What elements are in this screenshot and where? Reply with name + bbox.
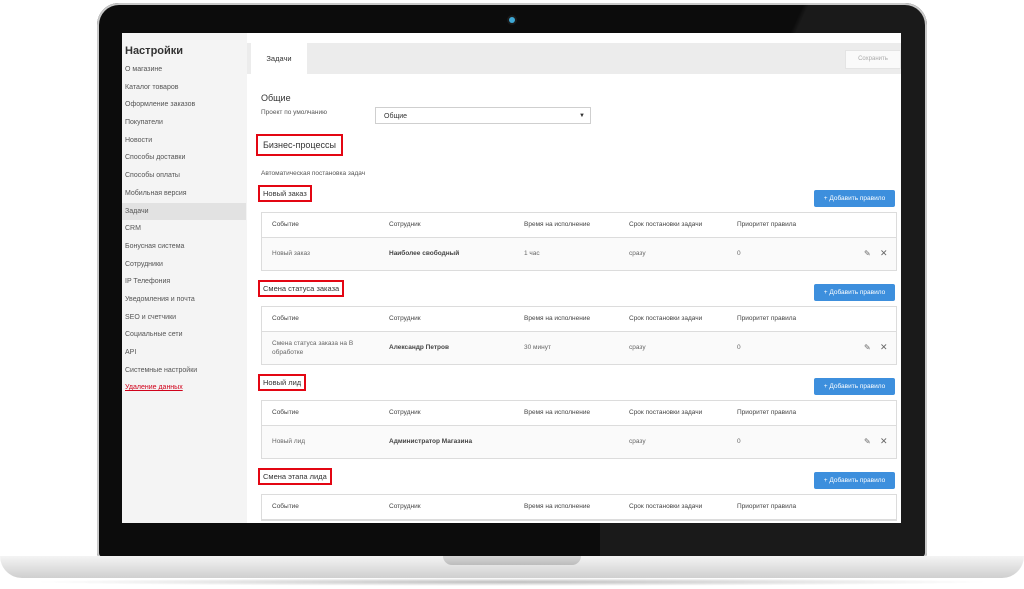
sidebar-item-about-store[interactable]: О магазине	[122, 61, 246, 79]
add-rule-button[interactable]: + Добавить правило	[814, 472, 895, 489]
group-title-lead-stage-change: Смена этапа лида	[258, 468, 332, 485]
column-deadline: Срок постановки задачи	[629, 221, 703, 228]
tab-tasks[interactable]: Задачи	[251, 43, 307, 74]
caret-down-icon: ▼	[579, 113, 585, 119]
sidebar-item-payment[interactable]: Способы оплаты	[122, 167, 246, 185]
column-employee: Сотрудник	[389, 315, 421, 322]
row-priority: 0	[737, 344, 741, 351]
row-priority: 0	[737, 250, 741, 257]
row-time: 1 час	[524, 250, 540, 257]
close-icon[interactable]: ✕	[880, 342, 888, 353]
camera-icon	[509, 17, 515, 23]
column-event: Событие	[272, 503, 299, 510]
column-event: Событие	[272, 409, 299, 416]
sidebar-item-customers[interactable]: Покупатели	[122, 114, 246, 132]
sidebar-list: О магазине Каталог товаров Оформление за…	[122, 61, 246, 397]
row-employee: Александр Петров	[389, 344, 449, 351]
sidebar-item-mobile[interactable]: Мобильная версия	[122, 185, 246, 203]
sidebar-item-news[interactable]: Новости	[122, 132, 246, 150]
add-rule-button[interactable]: + Добавить правило	[814, 378, 895, 395]
group-title-new-lead: Новый лид	[258, 374, 307, 391]
row-event: Новый лид	[272, 438, 306, 445]
main-content: Задачи Сохранить Общие Проект по умолчан…	[247, 33, 901, 523]
row-deadline: сразу	[629, 438, 646, 445]
pencil-icon[interactable]: ✎	[864, 249, 871, 258]
sidebar-item-notifications[interactable]: Уведомления и почта	[122, 291, 246, 309]
sidebar-item-seo[interactable]: SEO и счетчики	[122, 309, 246, 327]
pencil-icon[interactable]: ✎	[864, 343, 871, 352]
save-button[interactable]: Сохранить	[845, 50, 901, 69]
column-deadline: Срок постановки задачи	[629, 409, 703, 416]
row-priority: 0	[737, 438, 741, 445]
default-project-label: Проект по умолчанию	[261, 109, 328, 116]
table-row: Новый заказ Наиболее свободный 1 час сра…	[262, 238, 896, 270]
column-time: Время на исполнение	[524, 409, 591, 416]
laptop-notch	[443, 556, 581, 565]
column-time: Время на исполнение	[524, 315, 591, 322]
add-rule-button[interactable]: + Добавить правило	[814, 190, 895, 207]
column-employee: Сотрудник	[389, 221, 421, 228]
column-employee: Сотрудник	[389, 503, 421, 510]
group-title-order-status-change: Смена статуса заказа	[258, 280, 345, 297]
business-processes-title: Бизнес-процессы	[256, 134, 343, 156]
column-event: Событие	[272, 315, 299, 322]
row-employee: Администратор Магазина	[389, 438, 473, 445]
table-header: Событие Сотрудник Время на исполнение Ср…	[262, 307, 896, 332]
sidebar-item-employees[interactable]: Сотрудники	[122, 256, 246, 274]
sidebar-item-catalog[interactable]: Каталог товаров	[122, 79, 246, 97]
sidebar-item-ip-telephony[interactable]: IP Телефония	[122, 273, 246, 291]
sidebar-title: Настройки	[125, 45, 184, 57]
add-rule-button[interactable]: + Добавить правило	[814, 284, 895, 301]
column-deadline: Срок постановки задачи	[629, 503, 703, 510]
general-title: Общие	[261, 93, 291, 103]
table-header: Событие Сотрудник Время на исполнение Ср…	[262, 401, 896, 426]
close-icon[interactable]: ✕	[880, 436, 888, 447]
sidebar-item-crm[interactable]: CRM	[122, 220, 246, 238]
sidebar-item-system[interactable]: Системные настройки	[122, 362, 246, 380]
sidebar-item-social[interactable]: Социальные сети	[122, 326, 246, 344]
rules-table: Событие Сотрудник Время на исполнение Ср…	[261, 306, 897, 365]
column-priority: Приоритет правила	[737, 409, 797, 416]
column-priority: Приоритет правила	[737, 221, 797, 228]
rules-table: Событие Сотрудник Время на исполнение Ср…	[261, 212, 897, 271]
sidebar-item-delete-data[interactable]: Удаление данных	[122, 379, 246, 397]
laptop-base	[0, 556, 1024, 578]
sidebar-item-api[interactable]: API	[122, 344, 246, 362]
column-deadline: Срок постановки задачи	[629, 315, 703, 322]
row-employee: Наиболее свободный	[389, 250, 460, 257]
row-time: 30 минут	[524, 344, 551, 351]
tab-bar: Задачи Сохранить	[247, 43, 901, 74]
table-row: Смена статуса заказа на В обработке Алек…	[262, 332, 896, 364]
table-header: Событие Сотрудник Время на исполнение Ср…	[262, 495, 896, 520]
column-event: Событие	[272, 221, 299, 228]
column-priority: Приоритет правила	[737, 503, 797, 510]
column-employee: Сотрудник	[389, 409, 421, 416]
close-icon[interactable]: ✕	[880, 248, 888, 259]
row-deadline: сразу	[629, 250, 646, 257]
sidebar-item-bonus[interactable]: Бонусная система	[122, 238, 246, 256]
row-event: Новый заказ	[272, 250, 310, 257]
group-title-new-order: Новый заказ	[258, 185, 312, 202]
sidebar-item-delivery[interactable]: Способы доставки	[122, 149, 246, 167]
sidebar: Настройки О магазине Каталог товаров Офо…	[122, 33, 247, 523]
sidebar-item-checkout[interactable]: Оформление заказов	[122, 96, 246, 114]
pencil-icon[interactable]: ✎	[864, 437, 871, 446]
sidebar-item-tasks[interactable]: Задачи	[122, 202, 246, 221]
rules-table: Событие Сотрудник Время на исполнение Ср…	[261, 400, 897, 459]
row-event: Смена статуса заказа на В обработке	[272, 340, 354, 356]
table-row: Новый лид Администратор Магазина сразу 0…	[262, 426, 896, 458]
column-time: Время на исполнение	[524, 221, 591, 228]
table-header: Событие Сотрудник Время на исполнение Ср…	[262, 213, 896, 238]
rules-table: Событие Сотрудник Время на исполнение Ср…	[261, 494, 897, 521]
laptop-shadow	[30, 578, 994, 586]
screen: Настройки О магазине Каталог товаров Офо…	[122, 33, 901, 523]
row-deadline: сразу	[629, 344, 646, 351]
default-project-value: Общие	[384, 113, 408, 120]
column-priority: Приоритет правила	[737, 315, 797, 322]
auto-tasks-label: Автоматическая постановка задач	[261, 170, 366, 177]
column-time: Время на исполнение	[524, 503, 591, 510]
default-project-select[interactable]: Общие ▼	[375, 107, 591, 124]
